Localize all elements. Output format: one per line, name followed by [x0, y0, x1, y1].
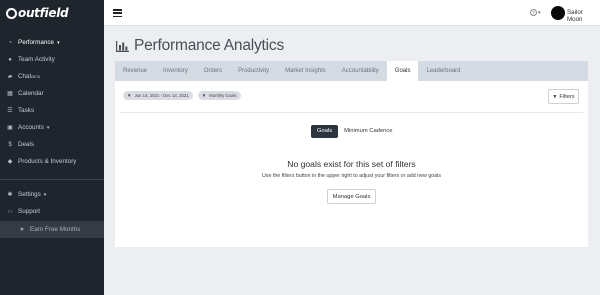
- gauge-icon: ◔: [8, 39, 12, 46]
- chip-label: Jun 14, 2021 - Dec 14, 2021: [134, 93, 189, 98]
- tab-market-insights[interactable]: Market Insights: [277, 61, 334, 81]
- sidebar-item-label: Calendar: [18, 90, 44, 97]
- dollar-icon: $: [8, 141, 12, 148]
- headset-icon: ∩: [7, 208, 13, 215]
- chevron-down-icon: ▾: [57, 39, 60, 46]
- sidebar-item-performance[interactable]: ◔ Performance ▾: [0, 34, 104, 51]
- username[interactable]: Sailor Moon: [567, 9, 600, 23]
- divider: [120, 112, 583, 113]
- sidebar-item-products-inventory[interactable]: ◆ Products & Inventory: [0, 153, 104, 170]
- analytics-tabs: Revenue Inventory Orders Productivity Ma…: [115, 61, 588, 81]
- sidebar-item-label: Products & Inventory: [18, 158, 77, 165]
- sidebar-item-tasks[interactable]: ☰ Tasks: [0, 102, 104, 119]
- tab-productivity[interactable]: Productivity: [230, 61, 277, 81]
- filter-icon: ▼: [127, 93, 132, 98]
- tab-accountability[interactable]: Accountability: [334, 61, 387, 81]
- empty-state-subtitle: Use the filters button in the upper righ…: [261, 173, 442, 179]
- beta-badge: BETA: [31, 74, 41, 79]
- help-menu[interactable]: ? ▾: [530, 9, 541, 16]
- manage-goals-button[interactable]: Manage Goals: [327, 189, 376, 204]
- sidebar-item-earn-free-months[interactable]: ★ Earn Free Months: [0, 221, 104, 238]
- sidebar-item-label: Team Activity: [18, 56, 55, 63]
- sidebar-item-label: Chat: [18, 73, 32, 80]
- chat-icon: ▰: [7, 74, 13, 80]
- tab-inventory[interactable]: Inventory: [155, 61, 196, 81]
- toggle-minimum-cadence[interactable]: Minimum Cadence: [338, 125, 398, 138]
- sidebar-nav: ◔ Performance ▾ ● Team Activity ▰ Chat B…: [0, 34, 104, 170]
- logo-text: outfield: [18, 6, 69, 20]
- map-pin-icon: ●: [8, 56, 12, 63]
- building-icon: ▣: [7, 125, 13, 131]
- empty-state-title: No goals exist for this set of filters: [287, 159, 416, 169]
- tasks-icon: ☰: [7, 108, 13, 114]
- sidebar-item-team-activity[interactable]: ● Team Activity: [0, 51, 104, 68]
- sidebar-bottom-nav: ✱ Settings ▾ ∩ Support ★ Earn Free Month…: [0, 186, 104, 238]
- sidebar-item-label: Performance: [18, 39, 55, 46]
- tab-leaderboard[interactable]: Leaderboard: [418, 61, 468, 81]
- promo-label: Earn Free Months: [30, 226, 81, 233]
- filter-icon: ▼: [552, 93, 558, 100]
- filter-icon: ▼: [201, 93, 207, 98]
- sidebar-item-label: Accounts: [18, 124, 44, 131]
- sidebar-item-label: Tasks: [18, 107, 35, 114]
- tab-orders[interactable]: Orders: [196, 61, 230, 81]
- sidebar-divider: [0, 179, 104, 180]
- page-title: Performance Analytics: [116, 37, 284, 55]
- tag-icon: ◆: [7, 159, 13, 165]
- star-icon: ★: [19, 227, 25, 233]
- avatar[interactable]: [551, 6, 565, 20]
- sidebar-item-chat[interactable]: ▰ Chat BETA: [0, 68, 104, 85]
- bar-chart-icon: [116, 40, 129, 52]
- chevron-down-icon: ▾: [43, 191, 47, 198]
- hamburger-menu-icon[interactable]: [113, 9, 122, 19]
- sidebar-item-label: Settings: [18, 191, 41, 198]
- logo-ring-icon: [6, 7, 17, 19]
- gear-icon: ✱: [7, 192, 13, 198]
- date-range-chip[interactable]: ▼ Jun 14, 2021 - Dec 14, 2021: [123, 91, 193, 100]
- brand-logo[interactable]: outfield: [0, 0, 104, 26]
- sidebar-item-settings[interactable]: ✱ Settings ▾: [0, 186, 104, 203]
- chip-label: Monthly Goals: [209, 93, 237, 98]
- sidebar-item-support[interactable]: ∩ Support: [0, 203, 104, 220]
- tab-revenue[interactable]: Revenue: [115, 61, 155, 81]
- active-filters: ▼ Jun 14, 2021 - Dec 14, 2021 ▼ Monthly …: [123, 91, 246, 100]
- help-icon: ?: [530, 9, 537, 16]
- goals-cadence-toggle: Goals Minimum Cadence: [311, 125, 398, 138]
- chevron-down-icon: ▾: [46, 124, 50, 131]
- filters-button-label: Filters: [559, 93, 575, 100]
- goals-panel: ▼ Jun 14, 2021 - Dec 14, 2021 ▼ Monthly …: [115, 81, 588, 247]
- page-title-text: Performance Analytics: [134, 37, 285, 54]
- toggle-goals[interactable]: Goals: [311, 125, 339, 138]
- chevron-down-icon: ▾: [538, 9, 541, 16]
- sidebar: outfield ◔ Performance ▾ ● Team Activity…: [0, 0, 104, 295]
- goal-type-chip[interactable]: ▼ Monthly Goals: [197, 91, 241, 100]
- filters-button[interactable]: ▼ Filters: [548, 89, 579, 104]
- topbar: ? ▾ Sailor Moon: [104, 0, 600, 26]
- sidebar-item-label: Deals: [18, 141, 35, 148]
- tab-goals[interactable]: Goals: [386, 61, 419, 81]
- sidebar-item-deals[interactable]: $ Deals: [0, 136, 104, 153]
- sidebar-item-calendar[interactable]: ▦ Calendar: [0, 85, 104, 102]
- sidebar-item-accounts[interactable]: ▣ Accounts ▾: [0, 119, 104, 136]
- sidebar-item-label: Support: [18, 208, 41, 215]
- calendar-icon: ▦: [7, 91, 13, 97]
